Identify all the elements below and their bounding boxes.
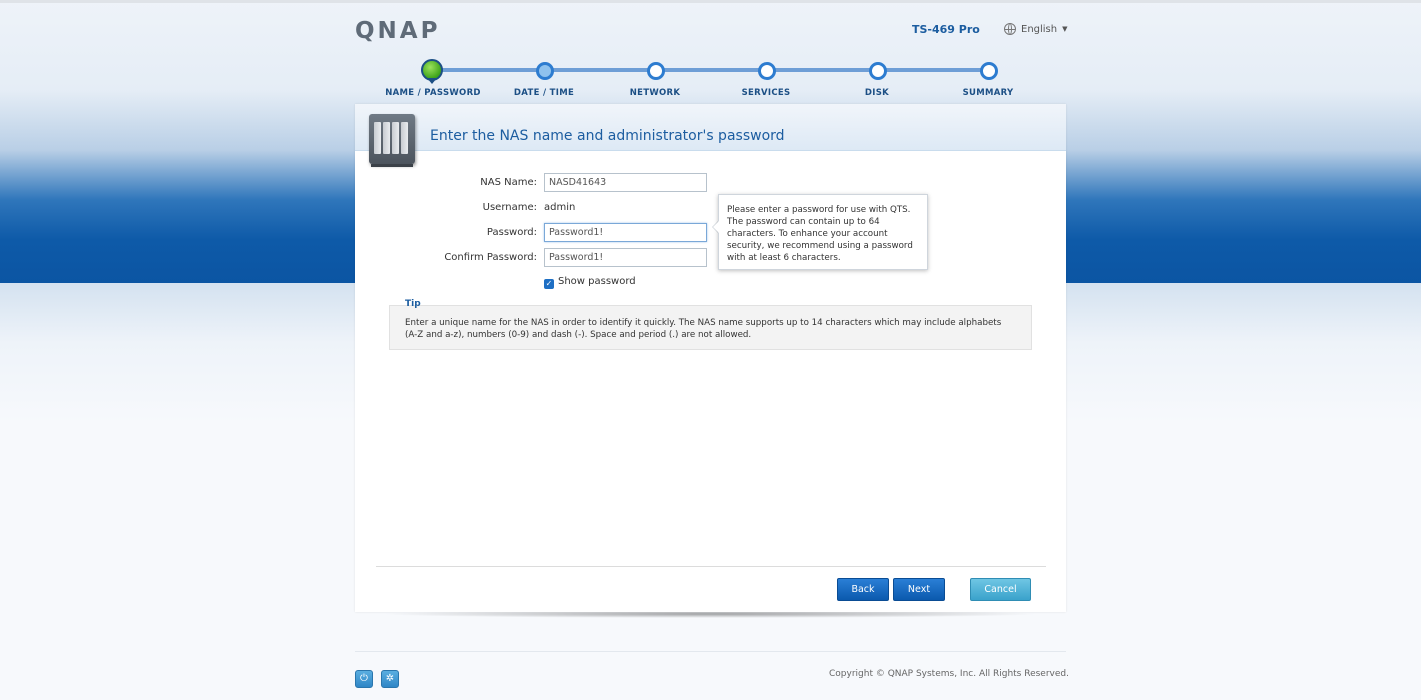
next-button[interactable]: Next (893, 578, 945, 601)
step-label-date-time: DATE / TIME (513, 88, 575, 98)
progress-track (432, 68, 987, 72)
language-selector[interactable]: English ▼ (1004, 23, 1068, 35)
step-label-name-password: NAME / PASSWORD (385, 88, 481, 98)
cancel-button[interactable]: Cancel (970, 578, 1031, 601)
settings-icon: ✲ (385, 673, 395, 684)
settings-button[interactable]: ✲ (381, 670, 399, 688)
tip-box: Enter a unique name for the NAS in order… (389, 305, 1032, 350)
language-label: English (1021, 23, 1058, 35)
top-border (0, 0, 1421, 3)
wizard-panel: Enter the NAS name and administrator's p… (355, 104, 1066, 612)
tooltip-text: Please enter a password for use with QTS… (727, 205, 913, 263)
confirm-password-label: Confirm Password: (444, 252, 537, 263)
password-label: Password: (486, 227, 537, 238)
step-dot-services (758, 62, 776, 80)
step-dot-date-time (536, 62, 554, 80)
username-label: Username: (482, 202, 537, 213)
tooltip-arrow-inner (713, 221, 719, 233)
username-value: admin (544, 202, 576, 213)
tip-title: Tip (405, 299, 421, 309)
power-icon: ⏻ (360, 673, 368, 684)
step-label-network: NETWORK (629, 88, 681, 98)
panel-title: Enter the NAS name and administrator's p… (430, 128, 785, 144)
step-dot-network (647, 62, 665, 80)
qnap-logo: QNAP (355, 18, 441, 44)
nas-device-icon (369, 114, 415, 167)
model-name: TS-469 Pro (912, 23, 980, 36)
show-password-label: Show password (558, 276, 636, 287)
nas-name-label: NAS Name: (480, 177, 537, 188)
back-button[interactable]: Back (837, 578, 889, 601)
globe-icon (1004, 23, 1016, 35)
step-dot-disk (869, 62, 887, 80)
power-button[interactable]: ⏻ (355, 670, 373, 688)
password-tooltip: Please enter a password for use with QTS… (718, 194, 928, 270)
password-input[interactable] (544, 223, 707, 242)
copyright-text: Copyright © QNAP Systems, Inc. All Right… (829, 669, 1069, 679)
nas-name-input[interactable] (544, 173, 707, 192)
footer-line (355, 651, 1066, 652)
step-label-disk: DISK (864, 88, 890, 98)
step-label-summary: SUMMARY (962, 88, 1014, 98)
step-label-services: SERVICES (741, 88, 791, 98)
tip-text: Enter a unique name for the NAS in order… (405, 318, 1002, 340)
step-dot-summary (980, 62, 998, 80)
confirm-password-input[interactable] (544, 248, 707, 267)
current-step-marker-tail (427, 78, 437, 84)
show-password-checkbox[interactable]: ✓ (544, 279, 554, 289)
footer-divider (376, 566, 1046, 567)
chevron-down-icon: ▼ (1062, 25, 1068, 33)
